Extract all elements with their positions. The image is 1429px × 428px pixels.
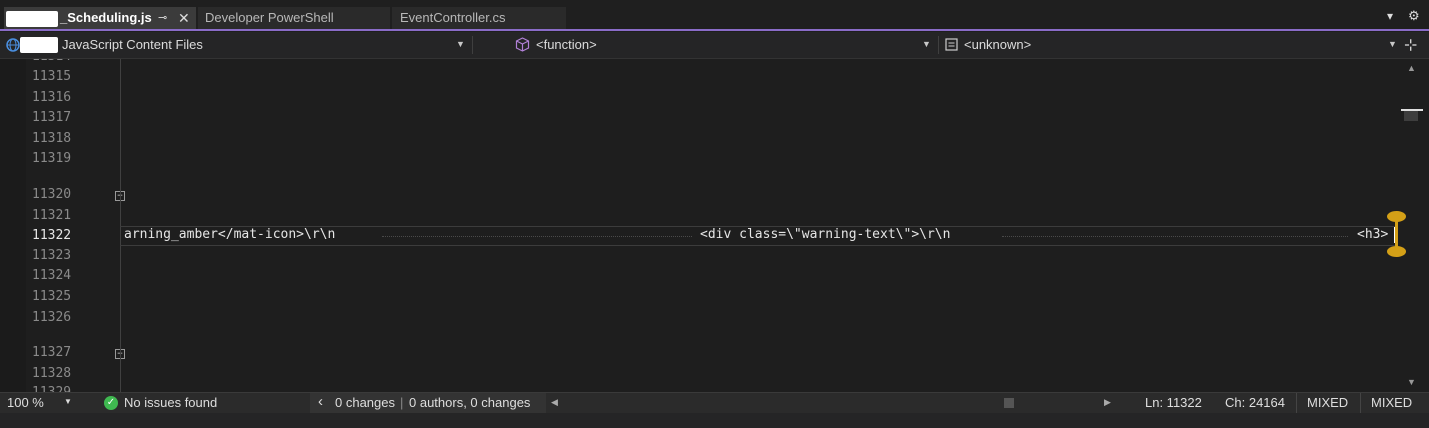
navigation-bar: JavaScript Content Files ▼ <function> ▼ … (0, 32, 1429, 59)
chevron-left-icon: ‹ (318, 393, 323, 410)
scroll-thumb[interactable] (1404, 111, 1418, 121)
code-editor[interactable]: 11314113151131611317113181131911320−1132… (0, 59, 1398, 392)
line-number: 11322 (32, 228, 72, 243)
document-tab-strip: _Scheduling.js ⊸ ✕ Developer PowerShell … (0, 0, 1429, 30)
whitespace-dots (382, 236, 692, 237)
active-tab-accent-line (0, 29, 1429, 31)
tab-list-dropdown-icon[interactable]: ▾ (1387, 9, 1393, 23)
line-ending-2[interactable]: MIXED (1371, 395, 1412, 410)
line-number: 11321 (32, 208, 72, 223)
line-number: 11325 (32, 289, 72, 304)
line-number: 11324 (32, 268, 72, 283)
line-number: 11315 (32, 69, 72, 84)
caret-marker-bottom (1387, 246, 1406, 257)
whitespace-dots (1002, 236, 1348, 237)
hscroll-right-arrow-icon[interactable]: ▶ (1104, 397, 1111, 408)
line-number: 11329 (32, 385, 82, 392)
cube-icon (515, 37, 530, 52)
tab-label: _Scheduling.js (60, 10, 152, 25)
chevron-down-icon: ▼ (456, 39, 465, 49)
line-number: 11319 (32, 151, 72, 166)
glyph-margin (0, 59, 26, 392)
split-window-icon[interactable]: ⊹ (1404, 35, 1417, 55)
line-number: 11317 (32, 110, 72, 125)
divider: | (400, 395, 404, 410)
close-icon[interactable]: ✕ (178, 7, 190, 29)
nav-divider (472, 36, 473, 54)
line-number: 11320 (32, 187, 72, 202)
chevron-down-icon: ▼ (1388, 39, 1397, 49)
divider (1296, 393, 1297, 413)
column-position[interactable]: Ch: 24164 (1225, 395, 1285, 410)
function-label: <function> (536, 37, 597, 52)
divider (1360, 393, 1361, 413)
redacted-filename-prefix (6, 11, 58, 27)
check-circle-icon: ✓ (104, 396, 118, 410)
output-panel-edge (0, 413, 1429, 428)
chevron-down-icon: ▼ (922, 39, 931, 49)
tab-eventcontroller-cs[interactable]: EventController.cs (392, 7, 566, 29)
scroll-up-arrow-icon[interactable]: ▲ (1407, 63, 1416, 73)
changes-count: 0 changes (335, 395, 395, 410)
hscroll-thumb[interactable] (1004, 398, 1014, 408)
issues-status[interactable]: No issues found (124, 395, 217, 410)
globe-icon (6, 38, 20, 52)
git-changes-indicator[interactable]: ‹ 0 changes | 0 authors, 0 changes (310, 393, 546, 413)
redacted-project-prefix (20, 37, 58, 53)
tab-label: EventController.cs (400, 10, 506, 25)
nav-divider (938, 36, 939, 54)
line-number: 11328 (32, 366, 72, 381)
line-number: 11323 (32, 248, 72, 263)
settings-gear-icon[interactable]: ⚙ (1408, 8, 1420, 24)
code-segment: arning_amber</mat-icon>\r\n (124, 227, 336, 242)
line-number: 11327 (32, 345, 72, 360)
line-number: 11326 (32, 310, 72, 325)
chevron-down-icon: ▼ (64, 397, 72, 406)
member-label: <unknown> (964, 37, 1032, 52)
tab-scheduling-js[interactable]: _Scheduling.js ⊸ ✕ (4, 7, 196, 29)
caret-marker-bar (1395, 219, 1398, 249)
hscroll-left-arrow-icon[interactable]: ◀ (551, 397, 558, 408)
line-position[interactable]: Ln: 11322 (1145, 395, 1202, 410)
zoom-level: 100 % (7, 395, 44, 410)
member-dropdown[interactable]: <unknown> ▼ (940, 32, 1400, 58)
line-ending-1[interactable]: MIXED (1307, 395, 1348, 410)
function-dropdown[interactable]: <function> ▼ (508, 32, 936, 58)
project-label: JavaScript Content Files (62, 37, 203, 52)
line-number: 11316 (32, 90, 72, 105)
tab-developer-powershell[interactable]: Developer PowerShell (198, 7, 390, 29)
pin-icon[interactable]: ⊸ (158, 7, 167, 29)
tab-label: Developer PowerShell (205, 10, 334, 25)
line-number: 11314 (32, 59, 82, 64)
scroll-down-arrow-icon[interactable]: ▼ (1407, 377, 1416, 387)
code-segment: <div class=\"warning-text\">\r\n (700, 227, 951, 242)
code-segment: <h3> (1357, 227, 1389, 242)
vertical-scrollbar[interactable]: ▲ ▼ (1387, 59, 1429, 392)
zoom-dropdown[interactable]: 100 % ▼ (0, 393, 80, 413)
field-icon (945, 38, 958, 51)
authors-count: 0 authors, 0 changes (409, 395, 531, 410)
line-number: 11318 (32, 131, 72, 146)
editor-status-bar: 100 % ▼ ✓ No issues found ‹ 0 changes | … (0, 392, 1429, 413)
project-dropdown[interactable]: JavaScript Content Files ▼ (0, 32, 470, 58)
